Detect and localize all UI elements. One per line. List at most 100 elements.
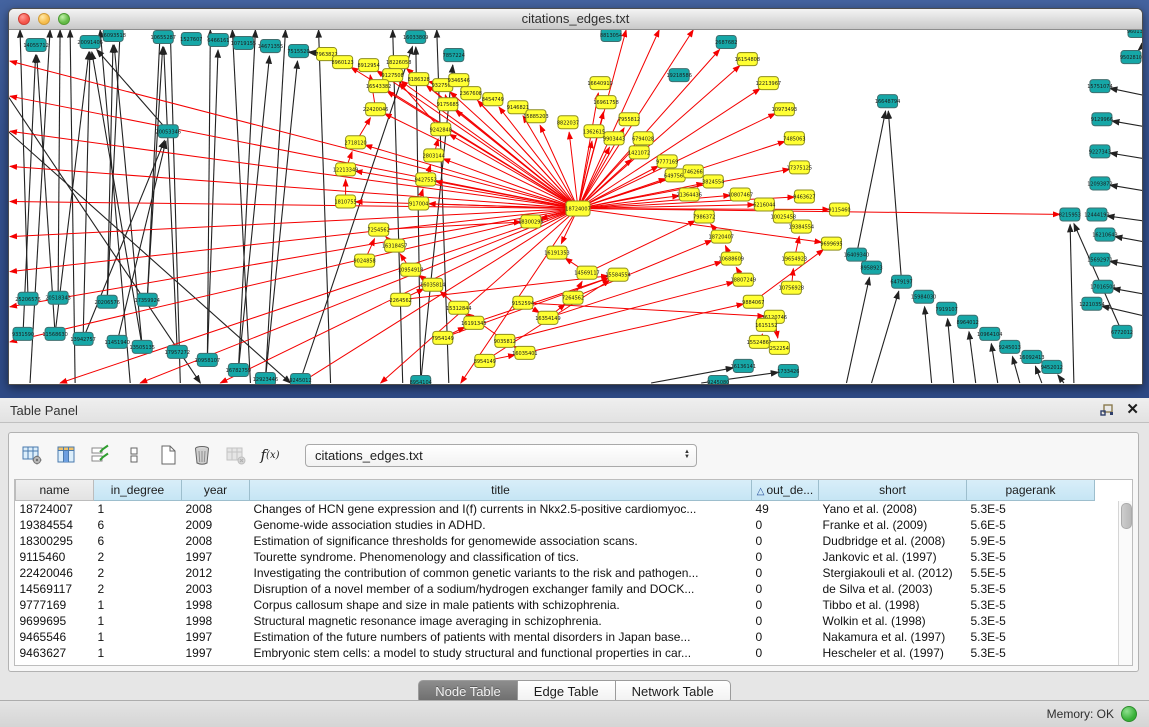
graph-node[interactable] <box>1090 253 1110 266</box>
graph-node[interactable] <box>526 110 546 123</box>
graph-node[interactable] <box>208 34 228 47</box>
toggle-columns-icon[interactable] <box>51 440 81 470</box>
table-row[interactable]: 946362711997Embryonic stem cells: a mode… <box>16 645 1095 661</box>
graph-node[interactable] <box>1090 80 1110 93</box>
graph-node[interactable] <box>464 316 484 329</box>
graph-node[interactable] <box>733 359 753 372</box>
graph-node[interactable] <box>958 315 978 328</box>
graph-node[interactable] <box>558 116 578 129</box>
graph-node[interactable] <box>167 345 187 358</box>
graph-node[interactable] <box>784 252 804 265</box>
minimize-window-icon[interactable] <box>38 13 50 25</box>
graph-node[interactable] <box>1121 51 1141 64</box>
graph-node[interactable] <box>1095 228 1115 241</box>
graph-node[interactable] <box>26 39 46 52</box>
graph-node[interactable] <box>333 56 353 69</box>
graph-node[interactable] <box>181 33 201 46</box>
graph-node[interactable] <box>409 197 429 210</box>
graph-node[interactable] <box>424 149 444 162</box>
graph-node[interactable] <box>438 98 458 111</box>
graph-node[interactable] <box>737 53 757 66</box>
function-builder-icon[interactable]: f(x) <box>255 440 285 470</box>
graph-node[interactable] <box>103 30 123 42</box>
graph-node[interactable] <box>601 30 621 42</box>
graph-node[interactable] <box>48 291 68 304</box>
graph-node[interactable] <box>937 302 957 315</box>
graph-node[interactable] <box>1090 145 1110 158</box>
graph-node[interactable] <box>608 268 628 281</box>
column-header-title[interactable]: title <box>250 480 752 501</box>
memory-status-indicator[interactable] <box>1121 706 1137 722</box>
graph-node[interactable] <box>596 96 616 109</box>
delete-table-icon[interactable] <box>187 440 217 470</box>
graph-node[interactable] <box>547 246 567 259</box>
graph-node[interactable] <box>1128 30 1142 38</box>
graph-node[interactable] <box>784 132 804 145</box>
graph-node[interactable] <box>13 327 33 340</box>
graph-node[interactable] <box>679 188 699 201</box>
graph-node[interactable] <box>789 161 809 174</box>
table-scrollbar-thumb[interactable] <box>1121 503 1132 529</box>
graph-node[interactable] <box>355 254 375 267</box>
graph-node[interactable] <box>290 373 310 384</box>
graph-node[interactable] <box>461 87 481 100</box>
graph-node[interactable] <box>769 341 789 354</box>
graph-node[interactable] <box>754 198 774 211</box>
graph-node[interactable] <box>1092 113 1112 126</box>
graph-node[interactable] <box>411 375 431 384</box>
network-canvas[interactable]: 1405571220091406160935181065528715276076… <box>9 30 1142 384</box>
graph-node[interactable] <box>657 155 677 168</box>
graph-node[interactable] <box>132 340 152 353</box>
graph-node[interactable] <box>409 73 429 86</box>
graph-node[interactable] <box>711 230 731 243</box>
graph-node[interactable] <box>255 372 275 384</box>
graph-node[interactable] <box>406 31 426 44</box>
zoom-window-icon[interactable] <box>58 13 70 25</box>
network-table-selector[interactable]: citations_edges.txt ▲▼ <box>305 444 697 467</box>
table-row[interactable]: 1456911722003Disruption of a novel membe… <box>16 581 1095 597</box>
graph-node[interactable] <box>401 263 421 276</box>
graph-node[interactable] <box>892 275 912 288</box>
graph-node[interactable] <box>153 31 173 44</box>
graph-node[interactable] <box>385 239 405 252</box>
table-row[interactable]: 911546021997Tourette syndrome. Phenomeno… <box>16 549 1095 565</box>
graph-node[interactable] <box>980 327 1000 340</box>
graph-node[interactable] <box>97 295 117 308</box>
graph-node[interactable] <box>794 190 814 203</box>
graph-node[interactable] <box>730 188 750 201</box>
graph-node[interactable] <box>703 175 723 188</box>
row-height-icon[interactable] <box>119 440 149 470</box>
graph-node[interactable] <box>1087 208 1107 221</box>
graph-node[interactable] <box>423 278 443 291</box>
graph-node[interactable] <box>538 311 558 324</box>
graph-node[interactable] <box>683 165 703 178</box>
table-header-row[interactable]: namein_degreeyeartitle△out_de...shortpag… <box>16 480 1095 501</box>
graph-node[interactable] <box>495 334 515 347</box>
graph-node[interactable] <box>708 375 728 384</box>
float-panel-icon[interactable] <box>1100 404 1114 417</box>
graph-node[interactable] <box>288 45 308 58</box>
graph-node[interactable] <box>346 136 366 149</box>
graph-node[interactable] <box>778 364 798 377</box>
graph-node[interactable] <box>18 292 38 305</box>
close-panel-icon[interactable]: ✕ <box>1126 403 1139 417</box>
graph-node[interactable] <box>665 169 685 182</box>
graph-node[interactable] <box>521 215 541 228</box>
graph-node[interactable] <box>756 318 776 331</box>
graph-node[interactable] <box>80 36 100 49</box>
graph-node[interactable] <box>513 296 533 309</box>
table-row[interactable]: 1938455462009Genome-wide association stu… <box>16 517 1095 533</box>
graph-node[interactable] <box>107 335 127 348</box>
graph-node[interactable] <box>584 125 604 138</box>
graph-node[interactable] <box>449 301 469 314</box>
graph-node[interactable] <box>197 353 217 366</box>
graph-node[interactable] <box>721 252 741 265</box>
table-scrollbar[interactable] <box>1118 501 1132 665</box>
graph-node[interactable] <box>577 266 597 279</box>
graph-node[interactable] <box>829 203 849 216</box>
new-document-icon[interactable] <box>153 440 183 470</box>
column-header-short[interactable]: short <box>819 480 967 501</box>
graph-node[interactable] <box>694 210 714 223</box>
graph-node[interactable] <box>619 113 639 126</box>
table-row[interactable]: 2242004622012Investigating the contribut… <box>16 565 1095 581</box>
